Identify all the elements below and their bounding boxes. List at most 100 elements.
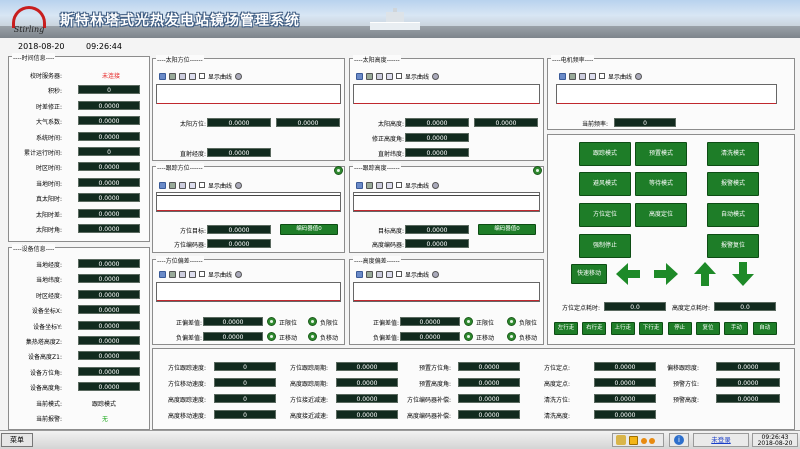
- action-button-7[interactable]: 自动: [752, 322, 777, 335]
- fullscreen-icon[interactable]: [589, 72, 596, 80]
- save-icon[interactable]: [356, 270, 363, 278]
- sun-altitude-value-2: 0.0000: [474, 118, 538, 127]
- show-curve-checkbox[interactable]: [396, 73, 402, 79]
- azimuth-deviation-toolbar: 显示曲线: [159, 269, 243, 279]
- show-curve-checkbox[interactable]: [199, 271, 205, 277]
- time_info-value-6: 0.0000: [78, 162, 140, 172]
- save-icon[interactable]: [559, 72, 566, 80]
- tray-status: [612, 433, 664, 447]
- save-icon[interactable]: [356, 72, 363, 80]
- mode-button-4[interactable]: 等待模式: [635, 172, 687, 196]
- print-icon[interactable]: [366, 181, 373, 189]
- altitude-deviation-plot: [353, 282, 540, 302]
- show-curve-checkbox[interactable]: [396, 182, 402, 188]
- fullscreen-icon[interactable]: [386, 72, 393, 80]
- mode-button-1[interactable]: 预置模式: [635, 142, 687, 166]
- mode-button-5[interactable]: 报警模式: [707, 172, 759, 196]
- export-icon[interactable]: [179, 270, 186, 278]
- show-curve-label: 显示曲线: [208, 182, 233, 190]
- action-button-2[interactable]: 上行走: [610, 322, 635, 335]
- save-icon[interactable]: [159, 270, 166, 278]
- fullscreen-icon[interactable]: [386, 181, 393, 189]
- login-link[interactable]: 未登录: [693, 433, 749, 447]
- save-icon[interactable]: [159, 181, 166, 189]
- export-icon[interactable]: [376, 72, 383, 80]
- down-arrow-icon[interactable]: [729, 260, 757, 288]
- action-button-4[interactable]: 停止: [667, 322, 692, 335]
- azimuth-deviation-plot: [156, 282, 341, 302]
- time_info-label-7: 当地时间:: [35, 180, 62, 188]
- action-button-1[interactable]: 右行走: [582, 322, 607, 335]
- action-button-3[interactable]: 下行走: [639, 322, 664, 335]
- refresh-icon[interactable]: [635, 72, 643, 80]
- param-c3-label-2: 方位编码器补偿:: [406, 397, 451, 404]
- show-curve-label: 显示曲线: [405, 73, 430, 81]
- print-icon[interactable]: [569, 72, 576, 80]
- sun-azimuth-label: 太阳方位:: [179, 121, 206, 128]
- fullscreen-icon[interactable]: [189, 270, 196, 278]
- az-positive-move-label: 正移动: [279, 335, 298, 342]
- azimuth-encoder-button[interactable]: 编码器值0: [280, 224, 338, 235]
- quick-move-button[interactable]: 快速移动: [571, 264, 607, 284]
- mode-button-9[interactable]: 强制停止: [579, 234, 631, 258]
- alt-negative-dev-value: 0.0000: [400, 332, 460, 341]
- param-c5-value-2: 0.0000: [716, 394, 780, 403]
- show-curve-checkbox[interactable]: [199, 182, 205, 188]
- left-arrow-icon[interactable]: [614, 260, 642, 288]
- info-button[interactable]: i: [669, 433, 689, 447]
- print-icon[interactable]: [366, 72, 373, 80]
- save-icon[interactable]: [356, 181, 363, 189]
- export-icon[interactable]: [376, 270, 383, 278]
- mode-button-0[interactable]: 跟踪模式: [579, 142, 631, 166]
- show-curve-checkbox[interactable]: [199, 73, 205, 79]
- mode-button-3[interactable]: 避风模式: [579, 172, 631, 196]
- refresh-icon[interactable]: [432, 181, 440, 189]
- device_info-label-10: 当前报警:: [35, 416, 62, 423]
- refresh-icon[interactable]: [235, 270, 243, 278]
- show-curve-label: 显示曲线: [405, 182, 430, 190]
- mode-button-6[interactable]: 方位定位: [579, 203, 631, 227]
- action-button-6[interactable]: 手动: [724, 322, 749, 335]
- target-altitude-value: 0.0000: [405, 225, 469, 234]
- device_info-value-2: 0.0000: [78, 289, 140, 299]
- mode-button-2[interactable]: 清洗模式: [707, 142, 759, 166]
- mode-button-7[interactable]: 高度定位: [635, 203, 687, 227]
- show-curve-checkbox[interactable]: [396, 271, 402, 277]
- status-dot-icon: [641, 438, 647, 444]
- param-c1-value-3: 0: [214, 410, 276, 419]
- export-icon[interactable]: [376, 181, 383, 189]
- param-c5-value-1: 0.0000: [716, 378, 780, 387]
- track-azimuth-toolbar: 显示曲线: [159, 180, 243, 190]
- mode-button-8[interactable]: 自动模式: [707, 203, 759, 227]
- print-icon[interactable]: [169, 181, 176, 189]
- time_info-label-2: 时差修正:: [35, 103, 62, 111]
- refresh-icon[interactable]: [235, 181, 243, 189]
- export-icon[interactable]: [179, 181, 186, 189]
- altitude-encoder-button[interactable]: 编码器值0: [478, 224, 536, 235]
- param-c1-label-1: 方位移动速度:: [167, 381, 206, 388]
- menu-button[interactable]: 菜单: [1, 433, 33, 447]
- az-negative-limit-label: 负限位: [320, 320, 339, 327]
- action-button-5[interactable]: 复位: [696, 322, 720, 335]
- time_info-label-0: 校时服务器:: [29, 73, 62, 80]
- right-arrow-icon[interactable]: [652, 260, 680, 288]
- logo: Stirling: [6, 4, 52, 34]
- fullscreen-icon[interactable]: [189, 72, 196, 80]
- up-arrow-icon[interactable]: [691, 260, 719, 288]
- print-icon[interactable]: [169, 270, 176, 278]
- device_info-value-8: 0.0000: [78, 382, 140, 392]
- export-icon[interactable]: [579, 72, 586, 80]
- param-c1-label-3: 高度移动速度:: [167, 413, 206, 420]
- show-curve-checkbox[interactable]: [599, 73, 605, 79]
- fullscreen-icon[interactable]: [189, 181, 196, 189]
- refresh-icon[interactable]: [432, 72, 440, 80]
- refresh-icon[interactable]: [235, 72, 243, 80]
- mode-button-10[interactable]: 报警复位: [707, 234, 759, 258]
- print-icon[interactable]: [366, 270, 373, 278]
- action-button-0[interactable]: 左行走: [554, 322, 578, 335]
- export-icon[interactable]: [179, 72, 186, 80]
- save-icon[interactable]: [159, 72, 166, 80]
- fullscreen-icon[interactable]: [386, 270, 393, 278]
- refresh-icon[interactable]: [432, 270, 440, 278]
- print-icon[interactable]: [169, 72, 176, 80]
